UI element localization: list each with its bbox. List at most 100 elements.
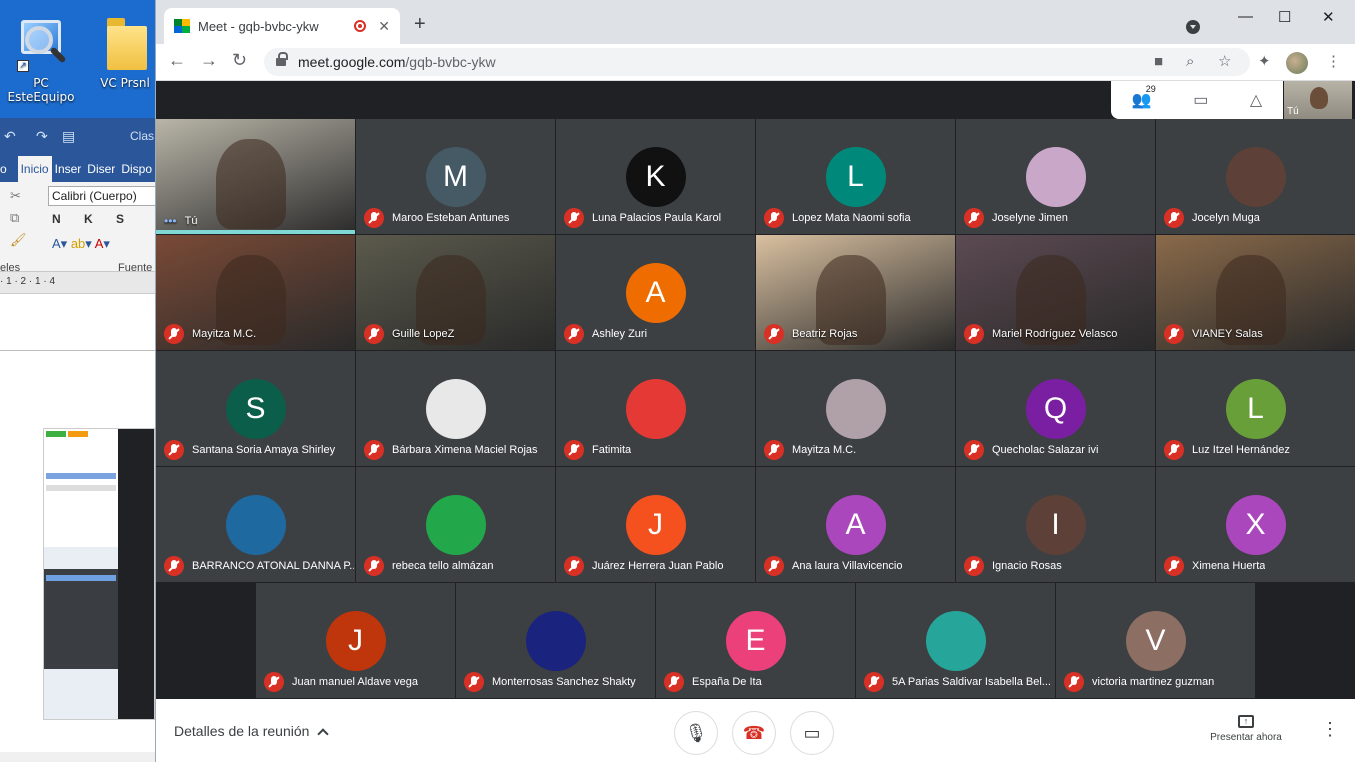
more-options-icon[interactable]: ⋮: [1321, 719, 1339, 740]
participant-tile[interactable]: Joselyne Jimen: [956, 119, 1155, 234]
participant-name: Juárez Herrera Juan Pablo: [592, 560, 724, 572]
mic-muted-icon: [364, 440, 384, 460]
mic-muted-icon: [764, 556, 784, 576]
word-tab-inicio[interactable]: Inicio: [17, 156, 52, 182]
meeting-details-button[interactable]: Detalles de la reunión: [174, 723, 330, 740]
participant-tile[interactable]: Guille LopeZ: [356, 235, 555, 350]
activities-icon[interactable]: △: [1250, 90, 1262, 110]
address-bar[interactable]: meet.google.com/gqb-bvbc-ykw: [264, 48, 1250, 76]
forward-icon[interactable]: →: [200, 51, 218, 69]
participant-tile[interactable]: BARRANCO ATONAL DANNA P...: [156, 467, 355, 582]
desktop-icon-pc[interactable]: ↗ PC EsteEquipo: [1, 12, 81, 104]
participants-button[interactable]: 👥 29: [1132, 84, 1156, 110]
browser-toolbar: ← → ↻ meet.google.com/gqb-bvbc-ykw ■ ⌕ ☆…: [156, 44, 1355, 81]
participant-tile[interactable]: A Ashley Zuri: [556, 235, 755, 350]
participant-tile[interactable]: Fatimita: [556, 351, 755, 466]
participant-tile[interactable]: J Juárez Herrera Juan Pablo: [556, 467, 755, 582]
present-now-label: Presentar ahora: [1210, 732, 1282, 743]
word-tab-disposicion[interactable]: Dispo: [118, 162, 155, 182]
participant-tile[interactable]: Vvictoria martinez guzman: [1056, 583, 1255, 698]
participant-tile[interactable]: S Santana Soria Amaya Shirley: [156, 351, 355, 466]
desktop-icon-folder[interactable]: VC Prsnl: [85, 12, 155, 90]
participant-tile[interactable]: K Luna Palacios Paula Karol: [556, 119, 755, 234]
copy-icon[interactable]: ⧉: [10, 210, 19, 226]
participant-tile[interactable]: Q Quecholac Salazar ivi: [956, 351, 1155, 466]
participant-tile[interactable]: 5A Parias Saldivar Isabella Bel...: [856, 583, 1055, 698]
video-camera-icon: ▭: [803, 722, 821, 743]
word-titlebar: ↶ ↷ ▤ Clas: [0, 118, 155, 154]
participant-name-row: 5A Parias Saldivar Isabella Bel...: [864, 672, 1051, 692]
word-tab-disenio[interactable]: Diser: [84, 162, 118, 182]
recording-icon: [354, 20, 367, 32]
new-tab-button[interactable]: +: [414, 14, 426, 34]
mic-muted-icon: [464, 672, 484, 692]
participant-tile[interactable]: X Ximena Huerta: [1156, 467, 1355, 582]
font-color-icons[interactable]: A▾ ab▾ A▾: [52, 236, 110, 252]
participant-name-row: Joselyne Jimen: [964, 208, 1068, 228]
participant-name: Ximena Huerta: [1192, 560, 1266, 572]
participant-tile[interactable]: Monterrosas Sanchez Shakty: [456, 583, 655, 698]
participant-tile[interactable]: L Lopez Mata Naomi sofia: [756, 119, 955, 234]
mic-muted-icon: [964, 440, 984, 460]
tab-meet[interactable]: Meet - gqb-bvbc-ykw ✕: [164, 8, 400, 44]
profile-avatar[interactable]: [1286, 52, 1308, 74]
participant-name-row: Mayitza M.C.: [164, 324, 256, 344]
cut-icon[interactable]: ✂: [10, 188, 21, 204]
extensions-icon[interactable]: ✦: [1258, 54, 1271, 69]
minimize-button[interactable]: —: [1238, 8, 1253, 25]
self-preview[interactable]: Tú: [1284, 81, 1352, 119]
word-ribbon-tabs: o Inicio Inser Diser Dispo: [0, 154, 155, 182]
tab-search-icon[interactable]: [1186, 20, 1200, 34]
participant-tile[interactable]: A Ana laura Villavicencio: [756, 467, 955, 582]
participant-avatar: L: [1225, 379, 1286, 439]
lock-icon[interactable]: [276, 52, 288, 68]
participant-name: Maroo Esteban Antunes: [392, 212, 510, 224]
participant-tile[interactable]: M Maroo Esteban Antunes: [356, 119, 555, 234]
reload-icon[interactable]: ↻: [232, 51, 247, 69]
participant-tile[interactable]: J Juan manuel Aldave vega: [256, 583, 455, 698]
participant-tile[interactable]: Beatriz Rojas: [756, 235, 955, 350]
speaking-dots-icon: •••: [164, 214, 177, 228]
participant-tile[interactable]: I Ignacio Rosas: [956, 467, 1155, 582]
participant-tile[interactable]: E España De Ita: [656, 583, 855, 698]
participant-tile[interactable]: rebeca tello almázan: [356, 467, 555, 582]
participant-count: 29: [1145, 84, 1156, 94]
participant-name-row: Fatimita: [564, 440, 631, 460]
hang-up-button[interactable]: ☎: [732, 711, 776, 755]
participant-avatar: Q: [1025, 379, 1086, 439]
participant-avatar: [825, 379, 886, 439]
participant-tile[interactable]: L Luz Itzel Hernández: [1156, 351, 1355, 466]
participant-tile[interactable]: Mayitza M.C.: [156, 235, 355, 350]
participant-tile[interactable]: Mayitza M.C.: [756, 351, 955, 466]
format-painter-icon[interactable]: 🖌: [10, 232, 27, 248]
present-now-button[interactable]: ↑ Presentar ahora: [1206, 715, 1286, 743]
font-name-field[interactable]: Calibri (Cuerpo): [48, 186, 155, 206]
undo-icon[interactable]: ↶: [4, 128, 16, 145]
camera-button[interactable]: ▭: [790, 711, 834, 755]
back-icon[interactable]: ←: [168, 51, 186, 69]
group-label-font: Fuente: [118, 262, 153, 274]
redo-icon[interactable]: ↷: [36, 128, 48, 145]
participant-tile[interactable]: Jocelyn Muga: [1156, 119, 1355, 234]
participant-name: Luz Itzel Hernández: [1192, 444, 1290, 456]
participant-tile[interactable]: ••• Tú: [156, 119, 355, 234]
paste-icon[interactable]: ▤: [62, 128, 75, 145]
tab-close-icon[interactable]: ✕: [378, 18, 390, 35]
bookmark-star-icon[interactable]: ☆: [1218, 54, 1231, 69]
chat-icon[interactable]: ▭: [1193, 90, 1208, 110]
participant-tile[interactable]: VIANEY Salas: [1156, 235, 1355, 350]
close-window-button[interactable]: ✕: [1322, 8, 1335, 26]
format-buttons[interactable]: N K S: [52, 212, 134, 226]
maximize-button[interactable]: ☐: [1278, 8, 1291, 26]
microphone-button[interactable]: 🎙: [674, 711, 718, 755]
word-window: ↶ ↷ ▤ Clas o Inicio Inser Diser Dispo ✂ …: [0, 118, 155, 762]
browser-menu-icon[interactable]: ⋮: [1326, 54, 1341, 69]
zoom-icon[interactable]: ⌕: [1186, 54, 1194, 69]
camera-icon[interactable]: ■: [1154, 54, 1163, 69]
participant-avatar: X: [1225, 495, 1286, 555]
participant-name: Fatimita: [592, 444, 632, 456]
mic-muted-icon: [764, 440, 784, 460]
participant-tile[interactable]: Mariel Rodríguez Velasco: [956, 235, 1155, 350]
participant-tile[interactable]: Bárbara Ximena Maciel Rojas: [356, 351, 555, 466]
word-tab-insertar[interactable]: Inser: [52, 162, 85, 182]
